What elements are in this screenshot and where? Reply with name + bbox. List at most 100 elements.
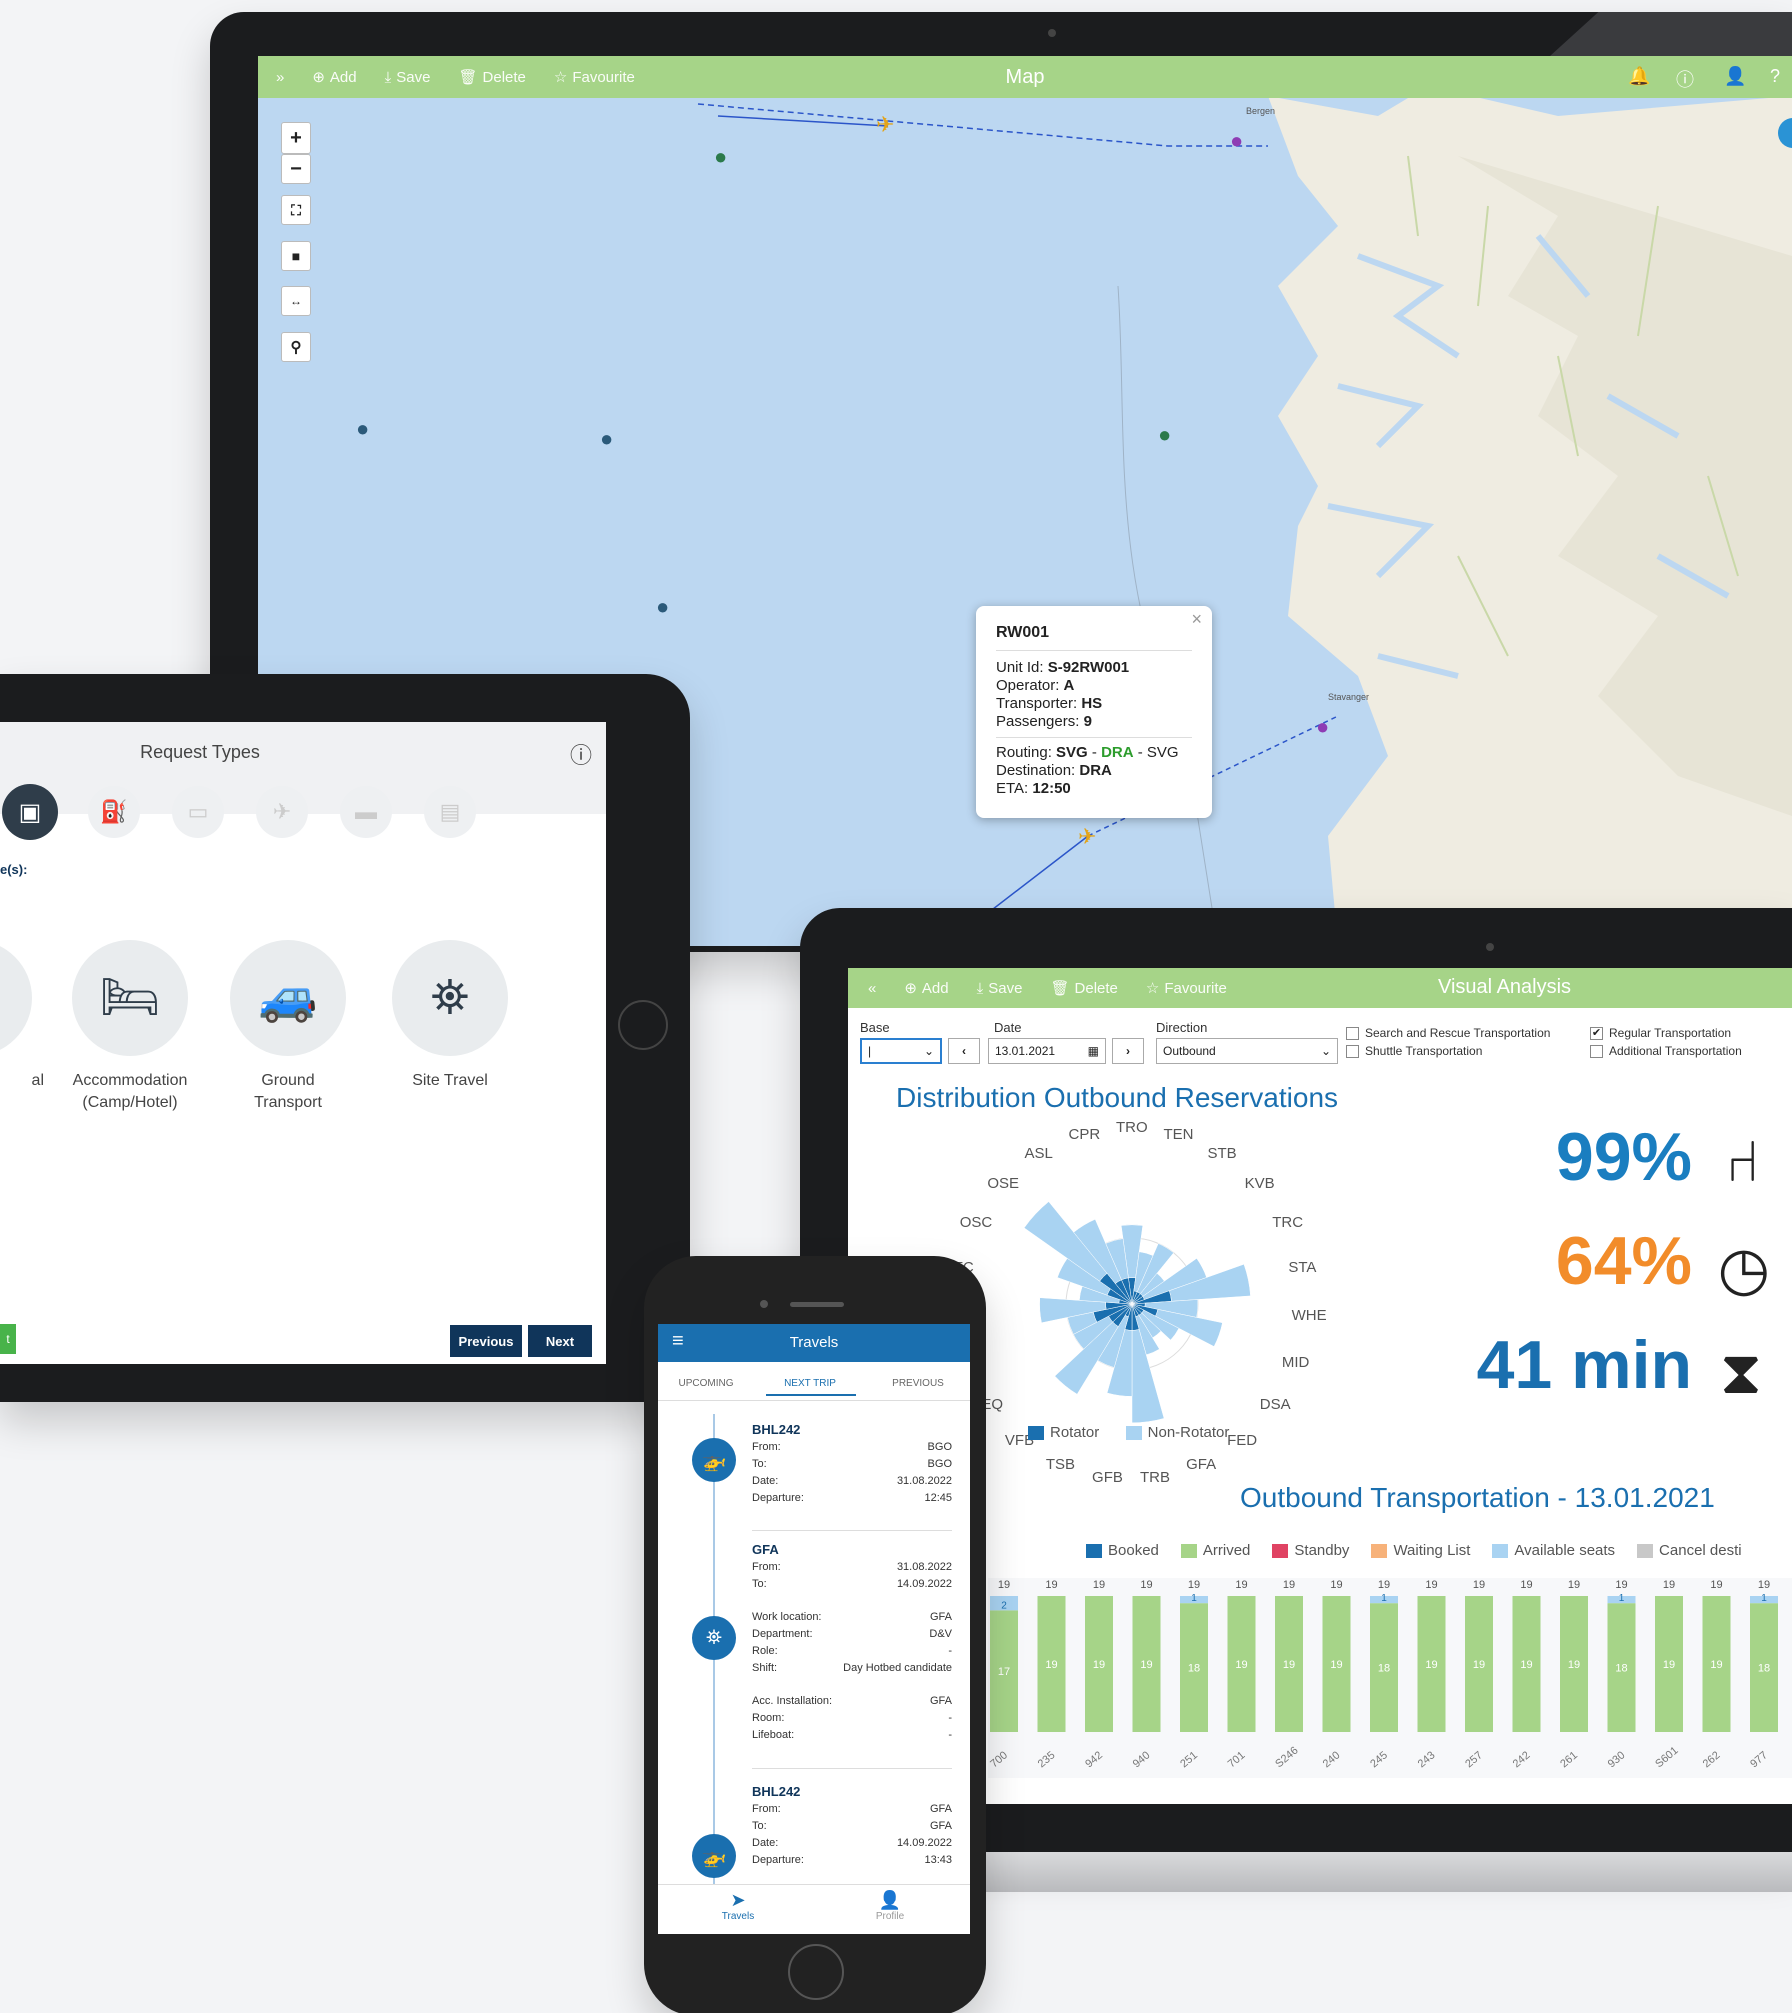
map-pin-purple-icon[interactable]: ● — [1316, 714, 1329, 740]
rose-category-label: WHE — [1291, 1307, 1327, 1324]
map-pin-icon[interactable]: ● — [714, 144, 727, 170]
checkbox-sar[interactable]: Search and Rescue Transportation — [1346, 1026, 1550, 1041]
step-car-icon[interactable]: ▬ — [340, 786, 392, 838]
popup-routing: Routing: SVG - DRA - SVG — [996, 744, 1179, 761]
bar-value-label: 19 — [1283, 1659, 1295, 1671]
tablet-home-button[interactable] — [618, 1000, 668, 1050]
zoom-in-button[interactable]: + — [281, 122, 311, 154]
laptop-va-camera — [1486, 943, 1494, 951]
bar-category-label: 701 — [1226, 1749, 1248, 1770]
checkbox-regular[interactable]: ✔ Regular Transportation — [1590, 1026, 1731, 1041]
rose-category-label: ASL — [1024, 1144, 1053, 1162]
date-prev-button[interactable]: ‹ — [948, 1038, 980, 1064]
phone-home-button[interactable] — [788, 1944, 844, 2000]
rose-category-label: OSC — [959, 1214, 993, 1232]
bar-legend-item[interactable]: Booked — [1086, 1542, 1159, 1559]
rose-category-label: STB — [1207, 1144, 1237, 1162]
category-accommodation[interactable]: 🛏 Accommodation (Camp/Hotel) — [60, 940, 200, 1114]
map-pin-icon[interactable]: ● — [656, 594, 669, 620]
bar-legend-item[interactable]: Arrived — [1180, 1542, 1250, 1559]
map-pin-icon[interactable]: ● — [356, 416, 369, 442]
popup-close-icon[interactable]: × — [1191, 610, 1202, 628]
delete-button[interactable]: 🗑 Delete — [1050, 979, 1117, 998]
trip-card-1[interactable]: BHL242 From: BGO To: BGO Date: 31.08.2022 D… — [752, 1422, 952, 1507]
step-rig-icon[interactable]: ⛽ — [88, 786, 140, 838]
tab-upcoming[interactable]: UPCOMING — [668, 1378, 744, 1389]
step-active-icon[interactable]: ▣ — [2, 784, 58, 840]
favourite-button[interactable]: ☆ Favourite — [553, 68, 635, 87]
fullscreen-icon[interactable]: ⛶ — [281, 195, 311, 225]
trip-card-2[interactable]: GFA From: 31.08.2022 To: 14.09.2022 Work l… — [752, 1542, 952, 1744]
trip-row: Lifeboat: - — [752, 1729, 952, 1741]
nav-travels[interactable]: ➤ Travels — [708, 1890, 768, 1922]
tab-next-trip[interactable]: NEXT TRIP — [760, 1378, 860, 1389]
bar-value-label: 19 — [1663, 1659, 1675, 1671]
search-icon[interactable]: ⚲ — [281, 332, 311, 362]
legend-rotator: Rotator — [1028, 1424, 1099, 1441]
map-pin-icon[interactable]: ● — [1158, 422, 1171, 448]
bookmark-icon[interactable]: ■ — [281, 241, 311, 271]
checkbox-shuttle[interactable]: Shuttle Transportation — [1346, 1044, 1482, 1059]
va-title: Visual Analysis — [1438, 976, 1572, 998]
measure-icon[interactable]: ↔ — [281, 286, 311, 316]
trip-row: Role: - — [752, 1645, 952, 1657]
info-icon[interactable]: ⓘ — [570, 738, 592, 770]
rose-category-label: TEN — [1163, 1125, 1194, 1143]
bar-total-label: 19 — [1378, 1579, 1390, 1591]
next-button[interactable]: Next — [528, 1325, 592, 1357]
delete-button[interactable]: 🗑 Delete — [458, 68, 525, 87]
date-next-button[interactable]: › — [1112, 1038, 1144, 1064]
bar-available-label: 1 — [1381, 1593, 1387, 1604]
collapse-chevrons-icon[interactable]: « — [868, 980, 876, 997]
save-button[interactable]: ⤓ Save — [385, 69, 431, 86]
tab-previous[interactable]: PREVIOUS — [878, 1378, 958, 1389]
trip-card-3[interactable]: BHL242 From: GFA To: GFA Date: 14.09.2022 D… — [752, 1784, 952, 1869]
trip-code: GFA — [752, 1542, 779, 1557]
category-site-travel[interactable]: ⛯ Site Travel — [380, 940, 520, 1092]
save-button[interactable]: ⤓ Save — [977, 980, 1023, 997]
info-icon[interactable]: ⓘ — [1676, 66, 1694, 92]
favourite-button[interactable]: ☆ Favourite — [1146, 979, 1227, 998]
expand-chevrons-icon[interactable]: » — [276, 69, 284, 86]
add-circle-icon: ⊕ — [312, 69, 325, 86]
partial-green-button[interactable]: t — [0, 1324, 16, 1354]
bar-legend-item[interactable]: Available seats — [1492, 1542, 1615, 1559]
help-icon[interactable]: ? — [1770, 66, 1780, 87]
trip-row: Department: D&V — [752, 1628, 952, 1640]
legend-label: Booked — [1108, 1542, 1159, 1559]
map-pin-icon[interactable]: ● — [600, 426, 613, 452]
aircraft-icon[interactable]: ✈ — [1078, 824, 1096, 850]
trash-icon: 🗑 — [1050, 980, 1070, 997]
trip-row: Shift: Day Hotbed candidate — [752, 1662, 952, 1674]
direction-select[interactable]: Outbound ⌄ — [1156, 1038, 1338, 1064]
checkbox-additional[interactable]: Additional Transportation — [1590, 1044, 1742, 1059]
base-select[interactable]: | ⌄ — [860, 1038, 942, 1064]
user-icon[interactable]: 👤 — [1724, 66, 1746, 87]
rose-category-label: MID — [1281, 1353, 1310, 1371]
previous-button[interactable]: Previous — [450, 1325, 522, 1357]
chevron-down-icon: ⌄ — [1320, 1044, 1331, 1058]
step-bed-icon[interactable]: ▭ — [172, 786, 224, 838]
aircraft-icon[interactable]: ✈ — [876, 112, 894, 138]
bar-legend-item[interactable]: Cancel desti — [1637, 1542, 1742, 1559]
category-partial[interactable]: al — [0, 940, 44, 1092]
map-pin-purple-icon[interactable]: ● — [1230, 128, 1243, 154]
rose-category-label: STA — [1288, 1259, 1317, 1277]
step-doc-icon[interactable]: ▤ — [424, 786, 476, 838]
bar-legend-item[interactable]: Waiting List — [1371, 1542, 1470, 1559]
bar-available-label: 1 — [1191, 1593, 1197, 1604]
bell-icon[interactable]: 🔔 — [1628, 66, 1650, 87]
date-input[interactable]: 13.01.2021 ▦ — [988, 1038, 1106, 1064]
add-button[interactable]: ⊕ Add — [904, 979, 948, 998]
step-plane-icon[interactable]: ✈ — [256, 786, 308, 838]
bar-total-label: 19 — [1188, 1579, 1200, 1591]
add-button[interactable]: ⊕ Add — [312, 68, 356, 87]
nav-profile[interactable]: 👤 Profile — [860, 1890, 920, 1922]
star-icon: ☆ — [553, 69, 568, 86]
bar-category-label: S246 — [1273, 1745, 1300, 1771]
category-ground-transport[interactable]: 🚙 Ground Transport — [218, 940, 358, 1114]
zoom-out-button[interactable]: − — [281, 154, 311, 184]
bar-legend-item[interactable]: Standby — [1272, 1542, 1349, 1559]
bar-value-label: 18 — [1188, 1663, 1200, 1675]
bar-legend: Booked Arrived Standby Waiting List Availabl… — [1086, 1542, 1792, 1560]
